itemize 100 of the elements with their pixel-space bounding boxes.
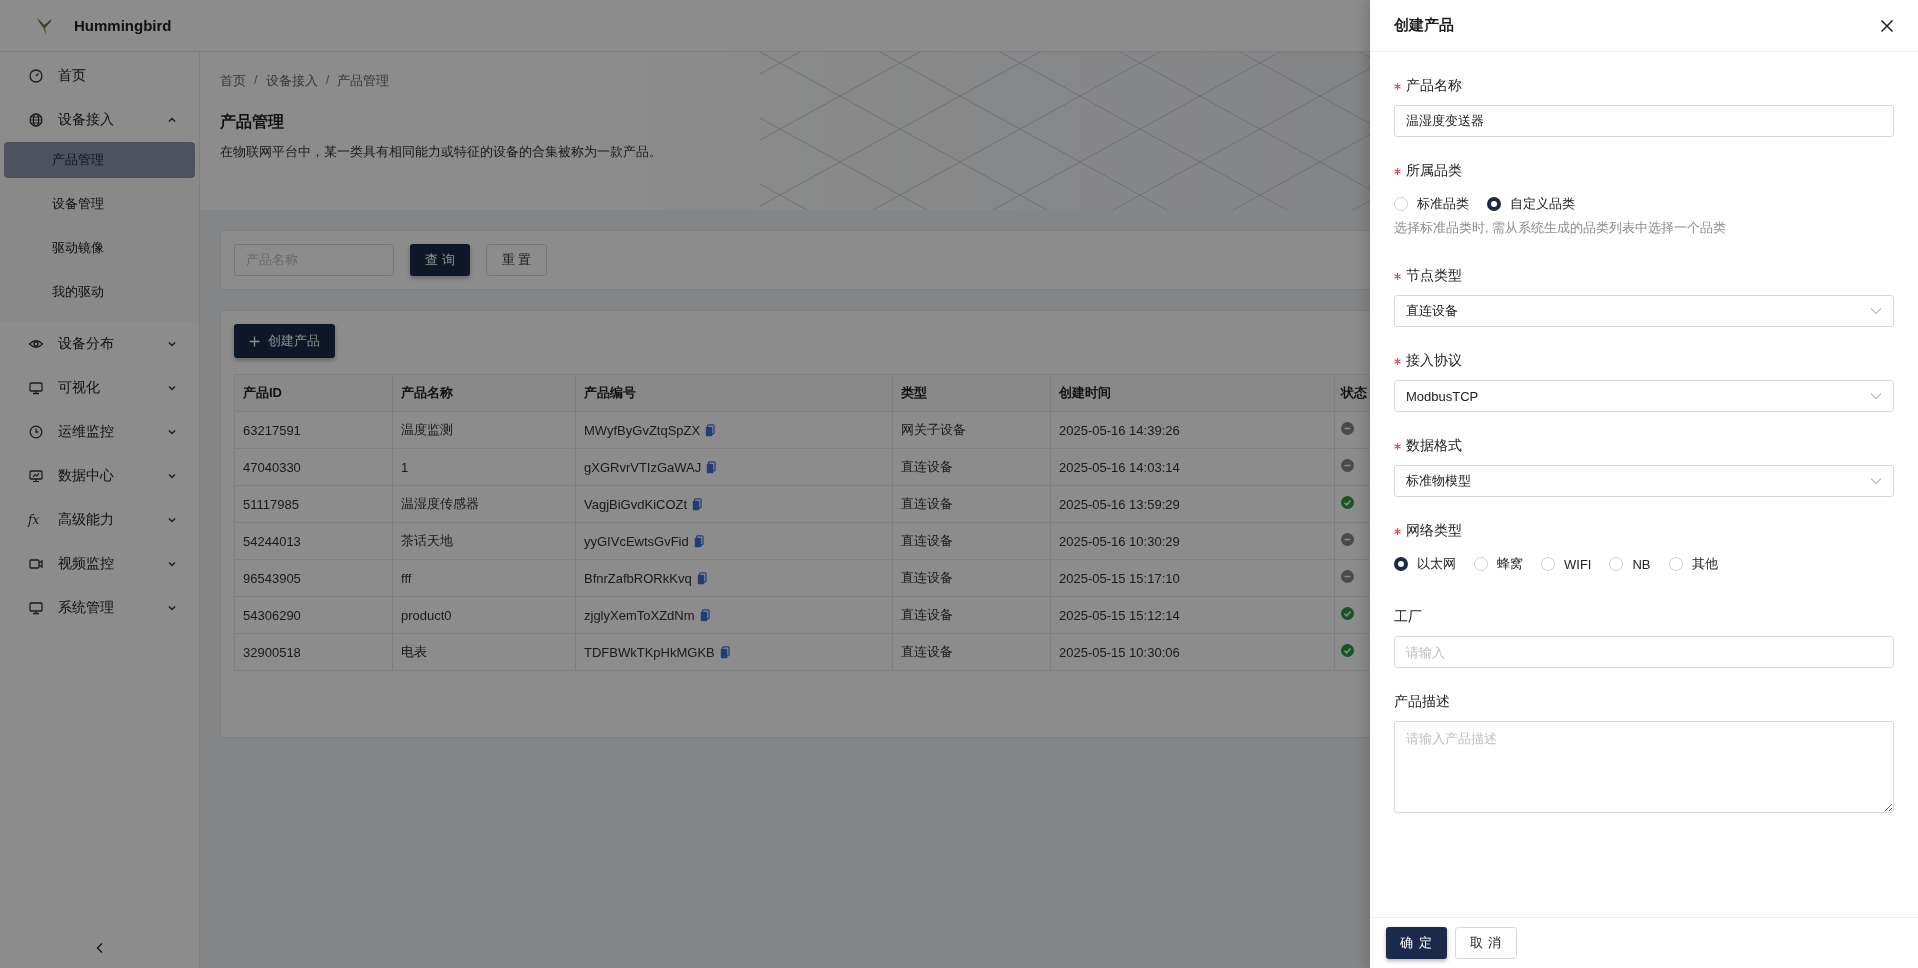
table-cell: 2025-05-16 10:30:29 [1050,522,1335,560]
column-header: 产品ID [234,374,393,412]
drawer-title: 创建产品 [1394,16,1454,35]
monitor-icon [28,380,44,396]
query-button[interactable]: 查 询 [410,244,470,276]
chevron-down-icon [167,339,177,349]
page-description: 在物联网平台中，某一类具有相同能力或特征的设备的合集被称为一款产品。 [220,143,663,161]
select-field[interactable]: ModbusTCP [1394,380,1894,412]
breadcrumb-separator: / [254,72,258,89]
copy-icon[interactable] [696,571,707,585]
confirm-button[interactable]: 确 定 [1386,927,1447,959]
clock-icon [28,424,44,440]
breadcrumb-link[interactable]: 首页 [220,72,246,90]
table-cell: 电表 [392,633,576,671]
table-cell: 1 [392,448,576,486]
breadcrumb-link[interactable]: 产品管理 [337,72,390,90]
table-cell: 47040330 [234,448,393,486]
app-name: Hummingbird [74,17,172,34]
fx-icon: fx [28,513,44,527]
chevron-down-icon [167,471,177,481]
column-header: 类型 [892,374,1051,412]
field-label: 所属品类 [1406,162,1462,180]
table-cell: 网关子设备 [892,411,1051,449]
sidebar-item[interactable]: fx 高级能力 [0,498,199,542]
sidebar-subitem[interactable]: 设备管理 [4,186,195,222]
table-cell: VagjBiGvdKiCOZt [584,496,688,512]
sidebar-item[interactable]: 设备接入 [0,98,199,142]
column-header: 产品名称 [392,374,576,412]
field-label: 产品描述 [1394,693,1450,711]
copy-icon[interactable] [705,423,716,437]
sidebar-subitem[interactable]: 我的驱动 [4,274,195,310]
table-cell: MWyfByGvZtqSpZX [584,422,701,438]
sidebar-item[interactable]: 运维监控 [0,410,199,454]
plus-icon [249,335,260,347]
chevron-down-icon [167,515,177,525]
text-field[interactable]: 请输入 [1394,636,1894,668]
sidebar-item[interactable]: 视频监控 [0,542,199,586]
radio-option[interactable]: 以太网 [1394,555,1456,573]
table-cell: 2025-05-16 14:39:26 [1050,411,1335,449]
sidebar-subitem[interactable]: 驱动镜像 [4,230,195,266]
video-camera-icon [28,556,44,572]
table-cell: gXGRvrVTIzGaWAJ [584,459,702,475]
sidebar-item[interactable]: 系统管理 [0,586,199,630]
breadcrumb-link[interactable]: 设备接入 [265,72,318,90]
help-text: 选择标准品类时, 需从系统生成的品类列表中选择一个品类 [1394,220,1727,237]
table-cell: 直连设备 [892,448,1051,486]
reset-button[interactable]: 重 置 [485,244,548,276]
table-cell: yyGIVcEwtsGvFid [584,533,689,549]
table-cell: 直连设备 [892,559,1051,597]
table-cell: 2025-05-16 14:03:14 [1050,448,1335,486]
table-cell: 温湿度传感器 [392,485,576,523]
sidebar-item[interactable]: 首页 [0,54,199,98]
sidebar-item[interactable]: 设备分布 [0,322,199,366]
table-cell: BfnrZafbRORkKvq [584,570,692,586]
table-cell: fff [392,559,576,597]
copy-icon[interactable] [692,497,703,511]
radio-option[interactable]: 蜂窝 [1474,555,1523,573]
copy-icon[interactable] [693,534,704,548]
select-field[interactable]: 直连设备 [1394,295,1894,327]
field-label: 产品名称 [1406,77,1462,95]
radio-option[interactable]: 自定义品类 [1487,195,1575,213]
copy-icon[interactable] [699,608,710,622]
field-label: 工厂 [1394,608,1422,626]
chevron-down-icon [167,603,177,613]
sidebar-item[interactable]: 可视化 [0,366,199,410]
table-cell: 直连设备 [892,633,1051,671]
table-cell: 2025-05-15 15:12:14 [1050,596,1335,634]
chevron-down-icon [167,427,177,437]
chevron-up-icon [167,115,177,125]
table-cell: 51117985 [234,485,393,523]
close-icon[interactable] [1880,18,1894,33]
select-field[interactable]: 标准物模型 [1394,465,1894,497]
table-cell: 直连设备 [892,596,1051,634]
column-header: 状态 [1334,374,1370,412]
copy-icon[interactable] [706,460,717,474]
gauge-icon [28,68,44,84]
radio-option[interactable]: NB [1609,556,1651,572]
table-cell: 2025-05-15 10:30:06 [1050,633,1335,671]
chart-monitor-icon [28,468,44,484]
breadcrumb-separator: / [325,72,330,89]
chevron-down-icon [167,383,177,393]
sidebar-item[interactable]: 数据中心 [0,454,199,498]
globe-icon [28,112,44,128]
table-cell: TDFBWkTKpHkMGKB [584,644,715,660]
table-cell: 2025-05-16 13:59:29 [1050,485,1335,523]
table-cell: 54244013 [234,522,393,560]
radio-option[interactable]: 其他 [1668,555,1718,573]
chevron-down-icon [167,559,177,569]
create-product-button[interactable]: 创建产品 [234,324,335,358]
chevron-down-icon [1870,307,1882,315]
cancel-button[interactable]: 取 消 [1454,927,1518,959]
text-field[interactable]: 温湿度变送器 [1394,105,1894,137]
description-field[interactable]: 请输入产品描述 [1394,721,1894,813]
radio-option[interactable]: 标准品类 [1394,195,1469,213]
radio-option[interactable]: WIFI [1541,556,1592,572]
table-cell: 96543905 [234,559,393,597]
chevron-down-icon [1870,392,1882,400]
copy-icon[interactable] [719,645,730,659]
table-cell: 63217591 [234,411,393,449]
page-title: 产品管理 [220,112,284,132]
